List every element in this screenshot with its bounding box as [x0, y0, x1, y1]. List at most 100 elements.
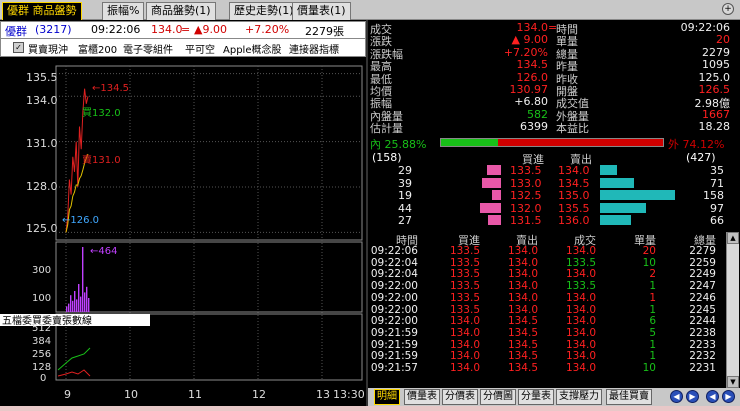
tab-price-volume-table[interactable]: 價量表	[404, 389, 440, 405]
ask-volume: 158	[703, 189, 724, 203]
tick-cell: 2247	[689, 280, 716, 293]
tag-connector-index[interactable]: 連接器指標	[289, 41, 339, 56]
indicator-tick-label: 0	[40, 373, 46, 384]
volume-bar	[82, 247, 84, 312]
quote-value: +7.20%	[503, 45, 548, 59]
time-tick-label: 10	[124, 388, 138, 401]
high-value: 134.5	[100, 83, 129, 94]
scroll-down-icon[interactable]: ▼	[727, 376, 739, 388]
tab-price-distribution[interactable]: 分價表	[442, 389, 478, 405]
tick-row[interactable]: 09:22:04 133.5 134.0 134.0 2 2249	[368, 268, 726, 280]
check-icon[interactable]: ✓	[13, 42, 24, 53]
tick-cell: 09:21:59	[370, 350, 418, 363]
ask-price[interactable]: 134.0	[558, 164, 590, 177]
tab-price-chart[interactable]: 分價圖	[480, 389, 516, 405]
ratio-bar	[440, 138, 664, 147]
order-book-row: 27 131.5 136.0 66	[368, 214, 736, 228]
price-tick-label: 131.0	[26, 137, 58, 150]
tick-cell: 2232	[689, 350, 716, 363]
time-tick-label: 13	[316, 388, 330, 401]
info-change-pct: +7.20%	[245, 23, 290, 36]
low-value: 126.0	[70, 215, 99, 226]
tab-support-resistance[interactable]: 支撐壓力	[556, 389, 602, 405]
ask-price[interactable]: 135.5	[558, 202, 590, 215]
tag-otc200[interactable]: 富櫃200	[78, 41, 117, 56]
ask-price[interactable]: 135.0	[558, 189, 590, 202]
tick-row[interactable]: 09:22:00 133.5 134.0 134.0 1 2245	[368, 304, 726, 316]
tick-row[interactable]: 09:21:59 134.0 134.5 134.0 5 2238	[368, 327, 726, 339]
quote-row: 振幅 +6.80 成交值 2.98億	[368, 95, 736, 110]
tick-cell: 134.0	[565, 291, 596, 304]
tab-volume-distribution[interactable]: 分量表	[518, 389, 554, 405]
tab-stock-overview[interactable]: 優群 商品盤勢	[2, 2, 82, 20]
bid-price[interactable]: 133.5	[510, 164, 542, 177]
tick-cell: 134.0	[565, 362, 596, 374]
bid-total: (158)	[372, 151, 402, 164]
scroll-up-icon[interactable]: ▲	[727, 232, 739, 244]
bid-price[interactable]: 132.5	[510, 189, 542, 202]
bid-volume-bar	[482, 177, 501, 188]
bid-volume-bar	[488, 215, 501, 226]
tag-short-allowed[interactable]: 平可空	[185, 41, 215, 56]
ticks-scrollbar[interactable]: ▲ ▼	[726, 232, 739, 388]
tick-row[interactable]: 09:22:00 133.5 134.0 134.0 1 2246	[368, 292, 726, 304]
quote-value: ▲ 9.00	[511, 33, 548, 47]
tab-price-volume[interactable]: 價量表(1)	[292, 2, 351, 20]
tick-row[interactable]: 09:21:59 134.0 134.5 134.0 1 2233	[368, 339, 726, 351]
left-arrow-icon[interactable]: ◀	[706, 390, 719, 403]
ask-price[interactable]: 136.0	[558, 214, 590, 227]
bottom-tab-bar: 明細 價量表 分價表 分價圖 分量表 支撐壓力 最佳買賣 ◀ ▶ ◀ ▶	[368, 388, 740, 406]
tab-history-trend[interactable]: 歷史走勢(1)	[229, 2, 299, 20]
tick-row[interactable]: 09:21:59 134.0 134.5 134.0 1 2232	[368, 350, 726, 362]
stock-name[interactable]: 優群	[5, 23, 27, 39]
tick-row[interactable]: 09:22:00 133.5 134.0 133.5 1 2247	[368, 280, 726, 292]
tab-detail[interactable]: 明細	[374, 389, 400, 405]
bid-price[interactable]: 133.0	[510, 177, 542, 190]
tab-best-quotes[interactable]: 最佳買賣	[606, 389, 652, 405]
time-tick-label: 13:30	[333, 388, 365, 401]
ask-volume-bar	[600, 215, 632, 226]
tab-label: 分價表	[445, 391, 475, 402]
ask-price[interactable]: 134.5	[558, 177, 590, 190]
top-tab-bar: 優群 商品盤勢 振幅% 商品盤勢(1) 歷史走勢(1) 價量表(1) +	[0, 0, 740, 20]
tag-electronic-components[interactable]: 電子零組件	[123, 41, 173, 56]
quote-value: 09:22:06	[680, 21, 730, 34]
ask-total: (427)	[686, 151, 716, 164]
quote-row: 估計量 6399 本益比 18.28	[368, 120, 736, 135]
status-strip	[0, 406, 740, 411]
quote-value: +6.80	[514, 95, 548, 109]
tick-cell: 134.0	[565, 315, 596, 328]
tick-row[interactable]: 09:22:00 134.0 134.5 134.0 6 2244	[368, 315, 726, 327]
tick-cell: 2246	[689, 291, 716, 304]
tag-apple-concept[interactable]: Apple概念股	[223, 41, 281, 56]
inner-ratio-fill	[441, 139, 499, 146]
volume-peak-value: 464	[98, 246, 117, 257]
tick-cell: 2233	[689, 338, 716, 351]
volume-peak-annotation: ←464	[90, 246, 117, 257]
order-book-row: 29 133.5 134.0 35	[368, 164, 736, 177]
prev-icon[interactable]: ◀	[670, 390, 683, 403]
tick-row[interactable]: 09:21:57 134.0 134.5 134.0 10 2231	[368, 362, 726, 374]
tick-row[interactable]: 09:22:06 133.5 134.0 134.0 20 2279	[368, 245, 726, 257]
tab-stock-overview-1[interactable]: 商品盤勢(1)	[146, 2, 216, 20]
tab-amplitude[interactable]: 振幅%	[102, 2, 145, 20]
ask-volume: 66	[710, 214, 724, 228]
tick-cell: 134.5	[507, 362, 538, 374]
red-sell-annotation: 賣131.0	[82, 153, 121, 166]
tab-label: 最佳買賣	[609, 391, 649, 402]
quote-row: 漲跌 ▲ 9.00 單量 20	[368, 33, 736, 48]
bid-price[interactable]: 131.5	[510, 214, 542, 227]
tick-row[interactable]: 09:22:04 133.5 134.0 133.5 10 2259	[368, 257, 726, 269]
volume-bar	[86, 286, 88, 312]
bid-price[interactable]: 132.0	[510, 202, 542, 215]
mid-red-value: 131.0	[92, 155, 121, 166]
right-arrow-icon[interactable]: ▶	[722, 390, 735, 403]
indicator-tick-label: 128	[32, 362, 51, 373]
next-icon[interactable]: ▶	[686, 390, 699, 403]
tick-cell: 134.5	[507, 338, 538, 351]
zoom-icon[interactable]: +	[722, 3, 734, 15]
ask-volume-bar	[600, 165, 617, 175]
inner-outer-ratio: 內 25.88% 外 74.12%	[368, 136, 736, 151]
tab-label: 價量表	[407, 391, 437, 402]
tag-day-trade[interactable]: 買賣現沖	[28, 41, 68, 56]
